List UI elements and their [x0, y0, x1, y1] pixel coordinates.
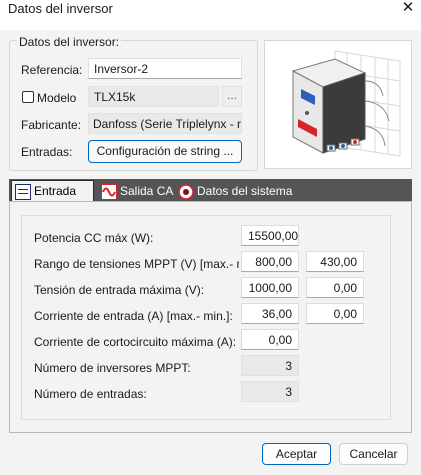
system-data-icon: [178, 184, 194, 200]
tension-min-field[interactable]: 0,00: [306, 277, 364, 298]
corriente-max-field[interactable]: 36,00: [241, 303, 299, 324]
modelo-field[interactable]: TLX15k: [88, 86, 219, 107]
tab-entrada-cc[interactable]: Entrada CC: [11, 180, 94, 218]
mppt-count-field[interactable]: 3: [241, 355, 299, 376]
accept-button[interactable]: Aceptar: [262, 443, 331, 465]
potencia-cc-field[interactable]: 15500,00: [241, 225, 299, 246]
close-icon[interactable]: ✕: [395, 0, 421, 20]
tab-datos-sistema[interactable]: Datos del sistema: [178, 181, 292, 201]
ac-wave-icon: [101, 183, 117, 200]
cancel-button[interactable]: Cancelar: [339, 443, 408, 465]
entradas-label: Entradas:: [21, 145, 73, 159]
referencia-field[interactable]: Inversor-2: [88, 58, 242, 79]
mppt-min-field[interactable]: 430,00: [306, 251, 364, 272]
row-label: Número de entradas:: [34, 387, 147, 401]
tab-label: Datos del sistema: [197, 184, 293, 198]
row-label: Tensión de entrada máxima (V):: [34, 283, 205, 297]
row-label: Potencia CC máx (W):: [34, 231, 154, 245]
window-title: Datos del inversor: [8, 1, 113, 16]
fabricante-label: Fabricante:: [21, 118, 82, 132]
modelo-checkbox[interactable]: [22, 91, 34, 103]
row-label: Número de inversores MPPT:: [34, 361, 191, 375]
inverter-preview-image: [264, 40, 412, 169]
cortocircuito-field[interactable]: 0,00: [241, 329, 299, 350]
tension-max-field[interactable]: 1000,00: [241, 277, 299, 298]
modelo-label: Modelo: [37, 91, 77, 105]
mppt-max-field[interactable]: 800,00: [241, 251, 299, 272]
row-label: Rango de tensiones MPPT (V) [max.- min.: [34, 257, 239, 271]
row-label: Corriente de entrada (A) [max.- min.]:: [34, 309, 233, 323]
browse-model-button[interactable]: ...: [222, 86, 242, 107]
tab-salida-ca[interactable]: Salida CA: [101, 181, 173, 201]
corriente-min-field[interactable]: 0,00: [306, 303, 364, 324]
dc-icon: [15, 184, 31, 201]
fabricante-field[interactable]: Danfoss (Serie Triplelynx - red): [88, 113, 242, 134]
tab-label: Salida CA: [120, 184, 174, 198]
group-legend: Datos del inversor:: [17, 35, 122, 49]
string-config-button[interactable]: Configuración de string ...: [88, 140, 242, 163]
inverter-illustration: [291, 50, 401, 157]
row-label: Corriente de cortocircuito máxima (A):: [34, 335, 237, 349]
inputs-count-field[interactable]: 3: [241, 381, 299, 402]
referencia-label: Referencia:: [21, 63, 83, 77]
